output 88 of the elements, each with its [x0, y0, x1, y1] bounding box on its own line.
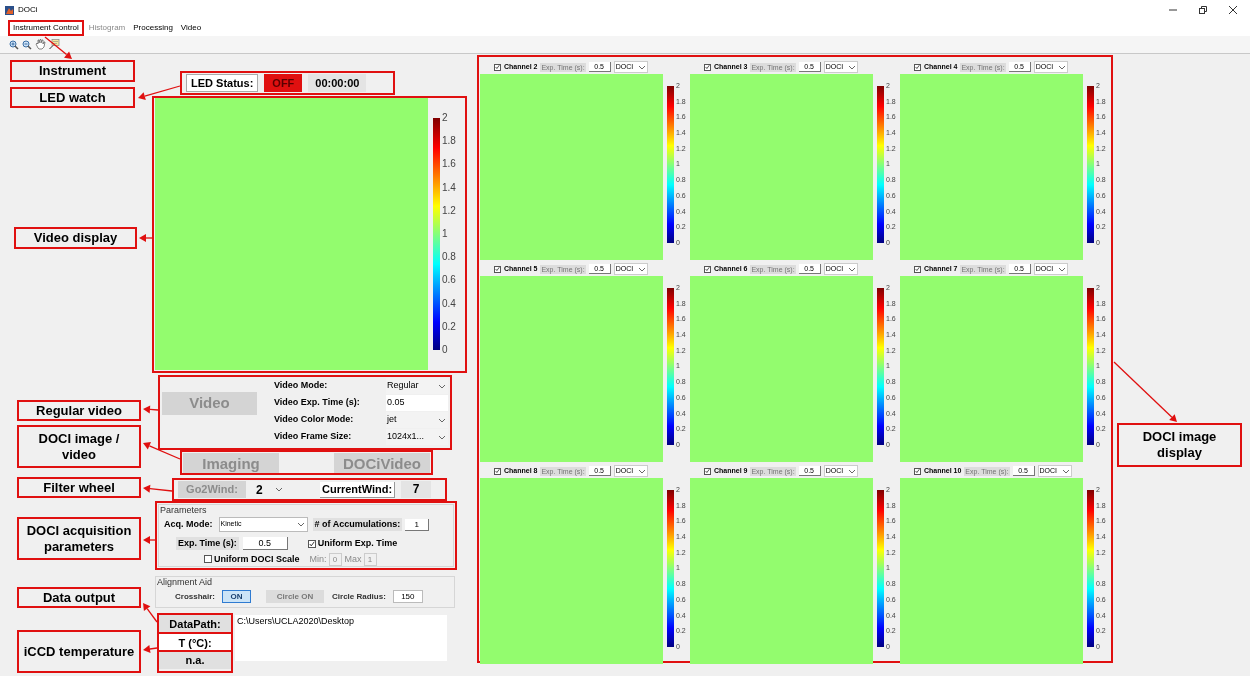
checkbox[interactable]	[914, 63, 921, 71]
input-field[interactable]: 150	[392, 590, 423, 603]
field-label: Video Exp. Time (s):	[274, 396, 361, 410]
temperature-label: T (°C):	[159, 634, 231, 652]
toggle-button[interactable]: ON	[222, 590, 251, 603]
led-timer: 00:00:00	[308, 74, 367, 92]
caret-icon	[637, 266, 646, 272]
callout-label: DOCI image display	[1117, 423, 1242, 467]
checkbox[interactable]	[914, 265, 921, 273]
checkbox[interactable]	[494, 265, 501, 273]
group-title: Alignment Aid	[156, 577, 213, 587]
callout-label: Data output	[17, 587, 141, 608]
field-label: Circle Radius:	[332, 590, 386, 603]
tick-label: 1.8	[442, 137, 457, 146]
tick-label: 1.6	[442, 160, 457, 169]
field-label: Max	[344, 552, 362, 566]
caret-icon	[296, 522, 305, 527]
checkbox[interactable]	[494, 467, 501, 475]
caret-icon	[847, 64, 856, 70]
window-title: DOCi	[18, 4, 38, 16]
field-label: Crosshair:	[175, 590, 215, 603]
field-label: Video Mode:	[274, 379, 329, 393]
field-label: Min:	[309, 552, 327, 566]
led-state-indicator: OFF	[264, 74, 303, 92]
checkbox-label: Uniform DOCI Scale	[214, 552, 300, 566]
checkbox[interactable]	[307, 539, 316, 548]
checkbox-label: Uniform Exp. Time	[317, 537, 398, 550]
tick-label: 1.2	[442, 206, 457, 215]
checkbox[interactable]	[914, 467, 921, 475]
caret-icon	[275, 487, 283, 492]
restore-icon[interactable]	[1199, 6, 1207, 14]
caret-icon	[637, 64, 646, 70]
group-title: Parameters	[159, 505, 207, 515]
minimize-icon[interactable]	[1169, 6, 1177, 14]
data-path-label: DataPath:	[159, 615, 231, 634]
input-field[interactable]: 1	[405, 518, 430, 531]
data-cursor-icon[interactable]	[49, 39, 60, 50]
tick-label: 0.8	[442, 253, 457, 262]
menu-item[interactable]: Processing	[130, 22, 176, 34]
callout-label: LED watch	[10, 87, 135, 108]
checkbox[interactable]	[704, 265, 711, 273]
caret-icon	[1057, 266, 1066, 272]
caret-icon	[438, 434, 446, 440]
zoom-out-icon[interactable]	[22, 39, 32, 50]
checkbox[interactable]	[494, 63, 501, 71]
field-label: Acq. Mode:	[164, 517, 213, 531]
checkbox[interactable]	[704, 63, 711, 71]
app-icon	[5, 5, 14, 15]
checkbox[interactable]	[204, 555, 212, 564]
hand-icon[interactable]	[35, 39, 46, 50]
field-label: Video Color Mode:	[274, 413, 355, 427]
menu-item[interactable]: Instrument Control	[10, 22, 82, 34]
close-icon[interactable]	[1229, 6, 1237, 14]
tick-label: 1.4	[442, 183, 457, 192]
tick-label: 0.6	[442, 276, 457, 285]
menu-item[interactable]: Video	[177, 22, 205, 34]
callout-label: Filter wheel	[17, 477, 141, 498]
caret-icon	[847, 266, 856, 272]
tick-label: 0	[442, 345, 449, 354]
checkbox[interactable]	[704, 467, 711, 475]
caret-icon	[438, 417, 446, 423]
tick-label: 0.2	[442, 322, 457, 331]
caret-icon	[847, 468, 856, 474]
callout-label: Regular video	[17, 400, 141, 421]
callout-label: Instrument	[10, 60, 135, 82]
field-label: Video Frame Size:	[274, 430, 353, 444]
zoom-in-icon[interactable]	[9, 39, 19, 50]
current-wheel-label: CurrentWind:	[320, 481, 396, 498]
tick-label: 0.4	[442, 299, 457, 308]
dropdown[interactable]: 2	[254, 481, 283, 498]
current-wheel-value: 7	[401, 481, 432, 498]
caret-icon	[1061, 468, 1070, 474]
path-text-area[interactable]: C:\Users\UCLA2020\Desktop	[235, 615, 447, 661]
field-label: # of Accumulations:	[312, 518, 403, 531]
field-label: Exp. Time (s):	[176, 537, 239, 551]
caret-icon	[1057, 64, 1066, 70]
led-status-label: LED Status:	[186, 74, 259, 92]
caret-icon	[438, 383, 446, 389]
tick-label: 1	[442, 229, 449, 238]
callout-label: DOCI acquisition parameters	[17, 517, 141, 560]
caret-icon	[637, 468, 646, 474]
callout-label: iCCD temperature	[17, 630, 141, 673]
input-field[interactable]: 0.5	[242, 537, 288, 551]
input-field[interactable]: 0.05	[386, 395, 448, 411]
callout-label: DOCI image / video	[17, 425, 141, 468]
callout-label: Video display	[14, 227, 137, 249]
tick-label: 2	[442, 114, 449, 122]
temperature-value: n.a.	[159, 652, 231, 669]
